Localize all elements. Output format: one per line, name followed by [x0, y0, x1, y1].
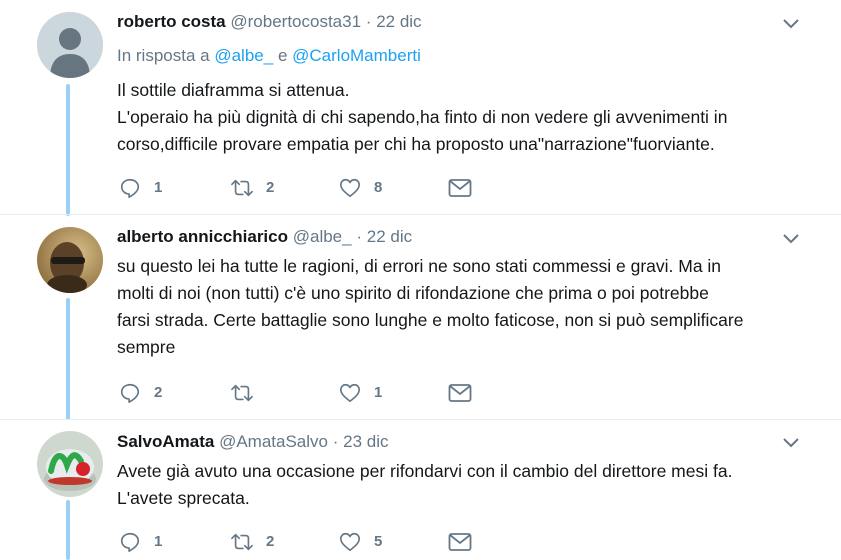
chevron-down-icon[interactable] — [783, 234, 799, 244]
like-count: 8 — [374, 179, 383, 196]
retweet-button[interactable] — [229, 380, 266, 406]
like-button[interactable]: 5 — [339, 529, 382, 555]
timestamp[interactable]: 22 dic — [376, 12, 421, 31]
tweet-header: alberto annicchiarico @albe_ · 22 dic — [117, 226, 801, 248]
reply-icon — [120, 178, 140, 198]
tweet[interactable]: SalvoAmata @AmataSalvo · 23 dic Avete gi… — [0, 420, 841, 560]
tweet-text-line: L'avete sprecata. — [117, 488, 250, 508]
profile-photo — [37, 431, 103, 497]
heart-icon — [340, 383, 360, 403]
username[interactable]: @AmataSalvo — [219, 432, 328, 451]
tweet-text-line: su questo lei ha tutte le ragioni, di er… — [117, 256, 722, 276]
retweet-button[interactable]: 2 — [229, 529, 274, 555]
retweet-count: 2 — [266, 533, 275, 550]
tweet-text-line: Il sottile diaframma si attenua. — [117, 80, 350, 100]
tweet-text-line: farsi strada. Certe battaglie sono lungh… — [117, 310, 744, 330]
timestamp[interactable]: 22 dic — [367, 227, 412, 246]
retweet-icon — [231, 533, 253, 551]
username[interactable]: @albe_ — [293, 227, 352, 246]
heart-icon — [340, 178, 360, 198]
heart-icon — [340, 532, 360, 552]
reply-icon — [120, 532, 140, 552]
envelope-icon — [448, 384, 472, 402]
like-button[interactable]: 1 — [339, 380, 382, 406]
separator-dot: · — [365, 12, 372, 31]
tweet-text-line: corso,difficile provare empatia per chi … — [117, 134, 715, 154]
display-name[interactable]: SalvoAmata — [117, 432, 214, 451]
chevron-down-icon[interactable] — [783, 19, 799, 29]
tweet-text-line: molti di noi (non tutti) c'è uno spirito… — [117, 283, 709, 303]
retweet-button[interactable]: 2 — [229, 175, 274, 201]
retweet-icon — [231, 179, 253, 197]
tweet-text: Il sottile diaframma si attenua. L'opera… — [117, 77, 801, 158]
like-count: 5 — [374, 533, 383, 550]
tweet-text: su questo lei ha tutte le ragioni, di er… — [117, 253, 801, 361]
tweet[interactable]: roberto costa @robertocosta31 · 22 dic I… — [0, 0, 841, 214]
username[interactable]: @robertocosta31 — [230, 12, 361, 31]
separator-dot: · — [356, 227, 362, 246]
reply-count: 2 — [154, 384, 163, 401]
tweet[interactable]: alberto annicchiarico @albe_ · 22 dic su… — [0, 215, 841, 419]
reply-count: 1 — [154, 533, 163, 550]
direct-message-button[interactable] — [448, 529, 472, 555]
display-name[interactable]: roberto costa — [117, 12, 226, 31]
like-button[interactable]: 8 — [339, 175, 382, 201]
envelope-icon — [448, 533, 472, 551]
tweet-text: Avete già avuto una occasione per rifond… — [117, 458, 801, 512]
conversation-thread: roberto costa @robertocosta31 · 22 dic I… — [0, 0, 841, 560]
avatar[interactable] — [37, 431, 103, 497]
tweet-header: SalvoAmata @AmataSalvo · 23 dic — [117, 431, 801, 453]
avatar[interactable] — [37, 227, 103, 293]
envelope-icon — [448, 179, 472, 197]
like-count: 1 — [374, 384, 383, 401]
avatar[interactable] — [37, 12, 103, 78]
display-name[interactable]: alberto annicchiarico — [117, 227, 288, 246]
reply-conjunction: e — [277, 46, 288, 65]
tweet-text-line: Avete già avuto una occasione per rifond… — [117, 461, 733, 481]
direct-message-button[interactable] — [448, 175, 472, 201]
separator-dot: · — [332, 432, 339, 451]
mention-link[interactable]: @CarloMamberti — [292, 46, 421, 65]
tweet-header: roberto costa @robertocosta31 · 22 dic — [117, 11, 801, 33]
profile-photo — [37, 227, 103, 293]
tweet-text-line: L'operaio ha più dignità di chi sapendo,… — [117, 107, 728, 127]
reply-button[interactable]: 2 — [119, 380, 162, 406]
mention-link[interactable]: @albe_ — [214, 46, 273, 65]
chevron-down-icon[interactable] — [783, 438, 799, 448]
reply-icon — [120, 383, 140, 403]
reply-prefix: In risposta a — [117, 46, 210, 65]
tweet-text-line: sempre — [117, 337, 176, 357]
reply-button[interactable]: 1 — [119, 175, 162, 201]
reply-count: 1 — [154, 179, 163, 196]
reply-context: In risposta a @albe_ e @CarloMamberti — [117, 45, 801, 67]
retweet-count: 2 — [266, 179, 275, 196]
timestamp[interactable]: 23 dic — [343, 432, 388, 451]
default-profile-icon — [37, 12, 103, 78]
direct-message-button[interactable] — [448, 380, 472, 406]
reply-button[interactable]: 1 — [119, 529, 162, 555]
retweet-icon — [231, 384, 253, 402]
